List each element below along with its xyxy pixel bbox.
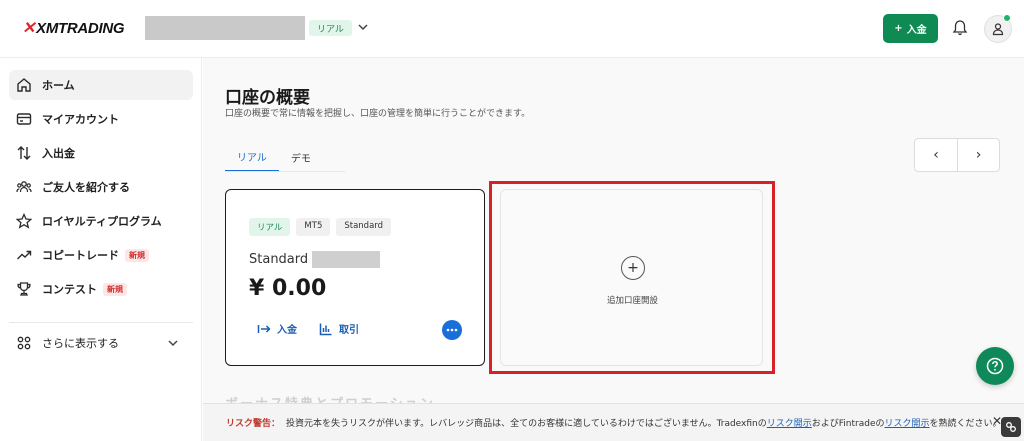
new-badge: 新規 [103,282,127,296]
risk-text-2: およびFintradeの [811,419,885,429]
link-icon [1006,422,1016,432]
risk-text-1: 投資元本を失うリスクが伴います。レバレッジ商品は、全てのお客様に適しているわけで… [286,419,767,429]
add-circle-icon: + [621,256,645,280]
account-number-redacted[interactable] [145,16,305,40]
add-account-card[interactable]: + 追加口座開設 [500,189,763,366]
card-deposit-label: 入金 [277,325,297,336]
new-badge: 新規 [125,248,149,262]
tabs-underline [225,171,345,172]
next-button[interactable]: › [956,139,999,171]
sidebar-item-referral[interactable]: ご友人を紹介する [9,172,193,202]
sidebar-item-label: ロイヤルティプログラム [42,215,162,228]
sidebar-item-funds[interactable]: 入出金 [9,138,193,168]
sidebar-item-loyalty[interactable]: ロイヤルティプログラム [9,206,193,236]
prev-button[interactable]: ‹ [915,139,957,171]
sidebar-item-label: ご友人を紹介する [42,181,130,194]
sidebar-show-more[interactable]: さらに表示する [9,328,193,358]
sidebar-item-label: マイアカウント [42,113,119,126]
transfer-icon [17,146,31,160]
account-tabs: リアル デモ [225,142,323,172]
help-chat-button[interactable] [976,347,1014,385]
account-card[interactable]: リアル MT5 Standard Standard ¥ 0.00 入金 取引 [225,189,485,366]
more-options-button[interactable] [442,320,462,340]
user-icon [992,23,1004,36]
page-title: 口座の概要 [225,88,310,108]
logo-text: XMTRADING [36,19,125,37]
sidebar-item-label: 入出金 [42,147,75,160]
sidebar-item-my-account[interactable]: マイアカウント [9,104,193,134]
deposit-button[interactable]: + 入金 [883,14,938,43]
card-actions: 入金 取引 [257,321,359,336]
bell-icon[interactable] [951,19,969,37]
tab-demo[interactable]: デモ [279,142,323,172]
sidebar-item-label: ホーム [42,79,75,92]
chip-account-type: Standard [336,218,392,236]
sidebar-divider [9,322,193,323]
account-balance: ¥ 0.00 [249,276,327,301]
sidebar-item-contest[interactable]: コンテスト 新規 [9,274,193,304]
sidebar-item-home[interactable]: ホーム [9,70,193,100]
risk-label: リスク警告： [226,419,281,429]
card-history-label: 取引 [339,325,359,336]
card-history-link[interactable]: 取引 [319,321,359,336]
sidebar-item-copy-trade[interactable]: コピートレード 新規 [9,240,193,270]
star-icon [16,213,32,229]
deposit-arrow-icon [257,324,271,333]
logo-mark-icon: ✕ [22,20,36,37]
tab-real[interactable]: リアル [225,142,279,172]
sidebar-item-label: コピートレード [42,249,119,262]
card-icon [16,113,32,125]
users-icon [16,181,32,193]
carousel-pager: ‹ › [914,138,1000,172]
extension-icon[interactable] [1001,417,1021,437]
promo-section-title: ボーナス特典とプロモーション [225,393,435,403]
main-content: 口座の概要 口座の概要で常に情報を把握し、口座の管理を簡単に行うことができます。… [203,58,1024,403]
card-deposit-link[interactable]: 入金 [257,321,297,336]
page-subtitle: 口座の概要で常に情報を把握し、口座の管理を簡単に行うことができます。 [225,109,531,119]
trophy-icon [17,282,31,296]
deposit-button-label: 入金 [906,25,927,36]
risk-text-3: を熟読ください。 [929,419,1002,429]
risk-disclosure-link-2[interactable]: リスク開示 [885,416,930,429]
sidebar-item-label: コンテスト [42,283,97,296]
online-status-dot [1003,14,1011,22]
chevron-down-icon [168,340,178,347]
bar-chart-icon [319,323,332,335]
top-header: ✕ XMTRADING リアル + 入金 [0,0,1024,58]
home-icon [17,78,31,92]
risk-disclosure-link-1[interactable]: リスク開示 [767,416,812,429]
trend-icon [17,250,32,260]
xm-logo[interactable]: ✕ XMTRADING [22,18,125,38]
ellipsis-icon [446,328,458,332]
account-id-redacted [312,251,380,268]
help-icon [986,357,1004,375]
plus-icon: + [894,23,903,34]
chip-real: リアル [249,218,291,236]
account-chips: リアル MT5 Standard [249,218,392,236]
account-name: Standard [249,252,309,267]
grid-icon [17,336,31,350]
sidebar: ホーム マイアカウント 入出金 ご友人を紹介する ロイヤルティプログラム コピー… [0,58,202,441]
account-type-badge: リアル [309,20,352,36]
chevron-down-icon[interactable] [356,20,370,34]
risk-warning-banner: リスク警告： 投資元本を失うリスクが伴います。レバレッジ商品は、全てのお客様に適… [203,403,1024,441]
show-more-label: さらに表示する [42,337,119,350]
add-account-label: 追加口座開設 [606,296,658,306]
chip-platform: MT5 [296,218,331,236]
